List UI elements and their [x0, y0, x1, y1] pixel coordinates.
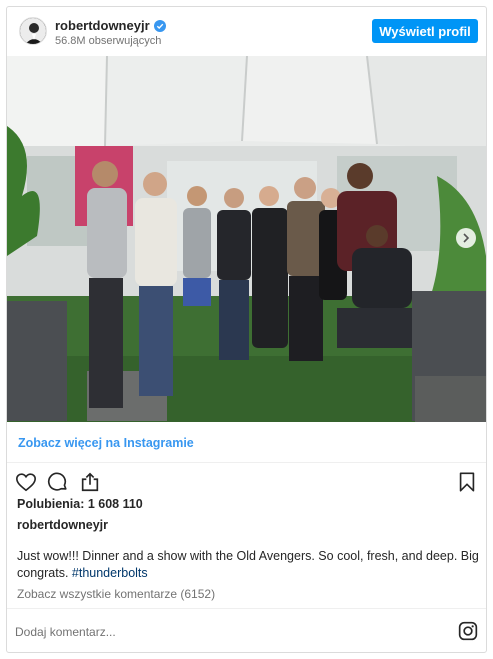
follower-count: 56.8M obserwujących	[55, 35, 162, 47]
profile-avatar[interactable]	[19, 17, 47, 45]
header-username-text[interactable]: robertdowneyjr	[55, 18, 150, 33]
like-count[interactable]: Polubienia: 1 608 110	[17, 497, 143, 511]
caption-username[interactable]: robertdowneyjr	[17, 518, 108, 532]
bookmark-icon[interactable]	[456, 471, 478, 493]
comment-icon[interactable]	[47, 471, 69, 493]
action-bar	[7, 463, 486, 499]
header-username[interactable]: robertdowneyjr	[55, 18, 166, 33]
view-all-comments-link[interactable]: Zobacz wszystkie komentarze (6152)	[17, 587, 215, 601]
verified-badge-icon	[153, 19, 166, 32]
add-comment-input[interactable]	[15, 623, 435, 641]
caption-hashtag[interactable]: #thunderbolts	[72, 566, 148, 580]
heart-icon[interactable]	[15, 471, 37, 493]
see-more-section: Zobacz więcej na Instagramie	[7, 423, 486, 463]
see-more-on-instagram-link[interactable]: Zobacz więcej na Instagramie	[18, 436, 194, 450]
caption-text: Just wow!!! Dinner and a show with the O…	[17, 548, 479, 582]
next-slide-button[interactable]	[456, 228, 476, 248]
share-icon[interactable]	[79, 471, 101, 493]
instagram-icon[interactable]	[458, 621, 478, 641]
post-photo[interactable]	[7, 56, 486, 422]
view-profile-button[interactable]: Wyświetl profil	[372, 19, 478, 43]
chevron-right-icon	[463, 233, 470, 243]
comment-bar	[7, 608, 486, 653]
instagram-embed-card: robertdowneyjr 56.8M obserwujących Wyświ…	[6, 6, 487, 653]
post-header: robertdowneyjr 56.8M obserwujących Wyświ…	[7, 7, 486, 57]
